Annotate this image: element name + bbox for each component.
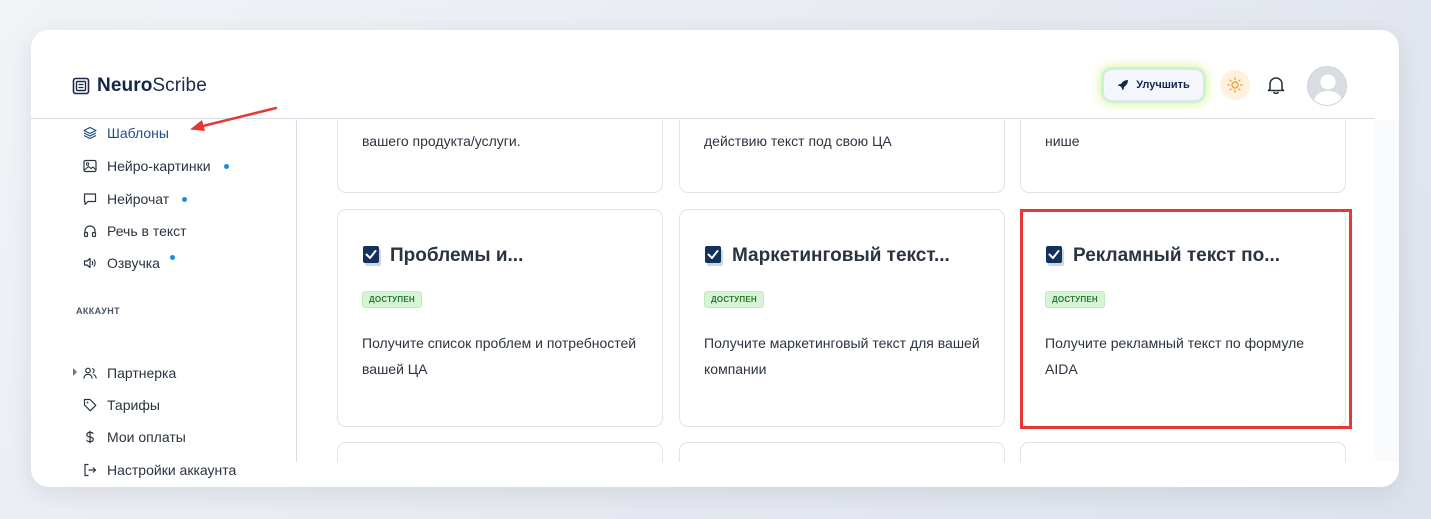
logo-bold: Neuro xyxy=(97,75,153,96)
new-indicator-dot xyxy=(182,196,188,202)
sidebar-item-neuro-images[interactable]: Нейро-картинки xyxy=(83,156,229,176)
speaker-icon xyxy=(83,257,96,269)
card-description: вашего продукта/услуги. xyxy=(362,133,521,149)
templates-grid: вашего продукта/услуги. действию текст п… xyxy=(298,120,1375,462)
sidebar: Шаблоны Нейро-картинки Нейрочат Речь в т… xyxy=(31,120,297,478)
user-silhouette-icon xyxy=(1313,74,1343,105)
card-title-row: Проблемы и... xyxy=(362,244,523,268)
template-card[interactable]: действию текст под свою ЦА xyxy=(679,120,1005,193)
checkbox-icon xyxy=(363,246,381,266)
sidebar-item-neurochat[interactable]: Нейрочат xyxy=(83,189,188,209)
card-title: Проблемы и... xyxy=(390,245,524,266)
status-badge: ДОСТУПЕН xyxy=(704,291,764,308)
card-title: Маркетинговый текст... xyxy=(732,245,950,266)
sidebar-item-label: Мои оплаты xyxy=(107,429,186,445)
card-description: Получите список проблем и потребностей в… xyxy=(362,335,637,377)
dollar-icon xyxy=(86,430,94,444)
template-card[interactable] xyxy=(337,442,663,462)
sidebar-item-label: Шаблоны xyxy=(107,125,169,141)
card-description: Получите рекламный текст по формуле AIDA xyxy=(1045,335,1305,377)
sidebar-item-label: Нейрочат xyxy=(107,191,170,207)
upgrade-label: Улучшить xyxy=(1136,79,1190,91)
new-indicator-dot xyxy=(223,163,229,169)
template-card[interactable]: вашего продукта/услуги. xyxy=(337,120,663,193)
sidebar-item-label: Настройки аккаунта xyxy=(107,462,237,478)
status-badge: ДОСТУПЕН xyxy=(362,291,422,308)
app-window: NeuroScribe Улучшить Шаблоны Нейро-карти… xyxy=(31,30,1399,487)
users-icon xyxy=(83,367,97,379)
logo-light: Scribe xyxy=(152,75,207,96)
card-description: нише xyxy=(1045,133,1080,149)
sidebar-item-label: Озвучка xyxy=(107,255,160,271)
template-card[interactable] xyxy=(1020,442,1346,462)
bell-icon[interactable] xyxy=(1265,74,1287,96)
sidebar-item-templates[interactable]: Шаблоны xyxy=(83,123,169,143)
rocket-icon xyxy=(1118,80,1129,91)
sidebar-item-label: Тарифы xyxy=(107,397,160,413)
sun-icon xyxy=(1227,77,1243,93)
sidebar-item-label: Партнерка xyxy=(107,365,177,381)
expand-caret-icon[interactable] xyxy=(73,368,77,376)
template-card[interactable]: нише xyxy=(1020,120,1346,193)
chat-icon xyxy=(83,193,97,206)
scrollbar-track[interactable] xyxy=(1375,120,1399,462)
template-card[interactable] xyxy=(679,442,1005,462)
sidebar-item-partner[interactable]: Партнерка xyxy=(73,363,177,383)
logo-icon xyxy=(72,77,90,95)
card-title-row: Маркетинговый текст... xyxy=(704,244,950,268)
checkbox-icon xyxy=(705,246,723,266)
checkbox-icon xyxy=(1046,246,1064,266)
sidebar-item-label: Нейро-картинки xyxy=(107,158,211,174)
logout-icon xyxy=(84,463,97,477)
sidebar-item-voiceover[interactable]: Озвучка xyxy=(83,253,175,273)
template-card-problems[interactable]: Проблемы и... ДОСТУПЕН Получите список п… xyxy=(337,209,663,427)
logo-text: NeuroScribe xyxy=(97,75,207,97)
template-card-aida-ad[interactable]: Рекламный текст по... ДОСТУПЕН Получите … xyxy=(1020,209,1346,427)
image-icon xyxy=(83,159,97,173)
account-section-label: АККАУНТ xyxy=(76,306,121,316)
new-indicator-dot xyxy=(169,254,175,260)
card-title-row: Рекламный текст по... xyxy=(1045,244,1280,268)
card-description: действию текст под свою ЦА xyxy=(704,133,892,149)
sidebar-item-account-settings[interactable]: Настройки аккаунта xyxy=(83,460,236,480)
user-avatar[interactable] xyxy=(1307,66,1347,106)
upgrade-button[interactable]: Улучшить xyxy=(1103,69,1204,101)
sidebar-item-speech-to-text[interactable]: Речь в текст xyxy=(83,221,187,241)
sidebar-item-label: Речь в текст xyxy=(107,223,187,239)
layers-icon xyxy=(83,126,97,140)
tag-icon xyxy=(83,398,97,412)
logo[interactable]: NeuroScribe xyxy=(72,75,207,97)
status-badge: ДОСТУПЕН xyxy=(1045,291,1105,308)
template-card-marketing[interactable]: Маркетинговый текст... ДОСТУПЕН Получите… xyxy=(679,209,1005,427)
sidebar-item-payments[interactable]: Мои оплаты xyxy=(83,427,186,447)
theme-toggle-button[interactable] xyxy=(1220,70,1250,100)
annotation-arrow-icon xyxy=(190,106,278,131)
sidebar-item-tariffs[interactable]: Тарифы xyxy=(83,395,160,415)
headphones-icon xyxy=(83,225,97,238)
card-description: Получите маркетинговый текст для вашей к… xyxy=(704,335,980,377)
card-title: Рекламный текст по... xyxy=(1073,245,1281,266)
